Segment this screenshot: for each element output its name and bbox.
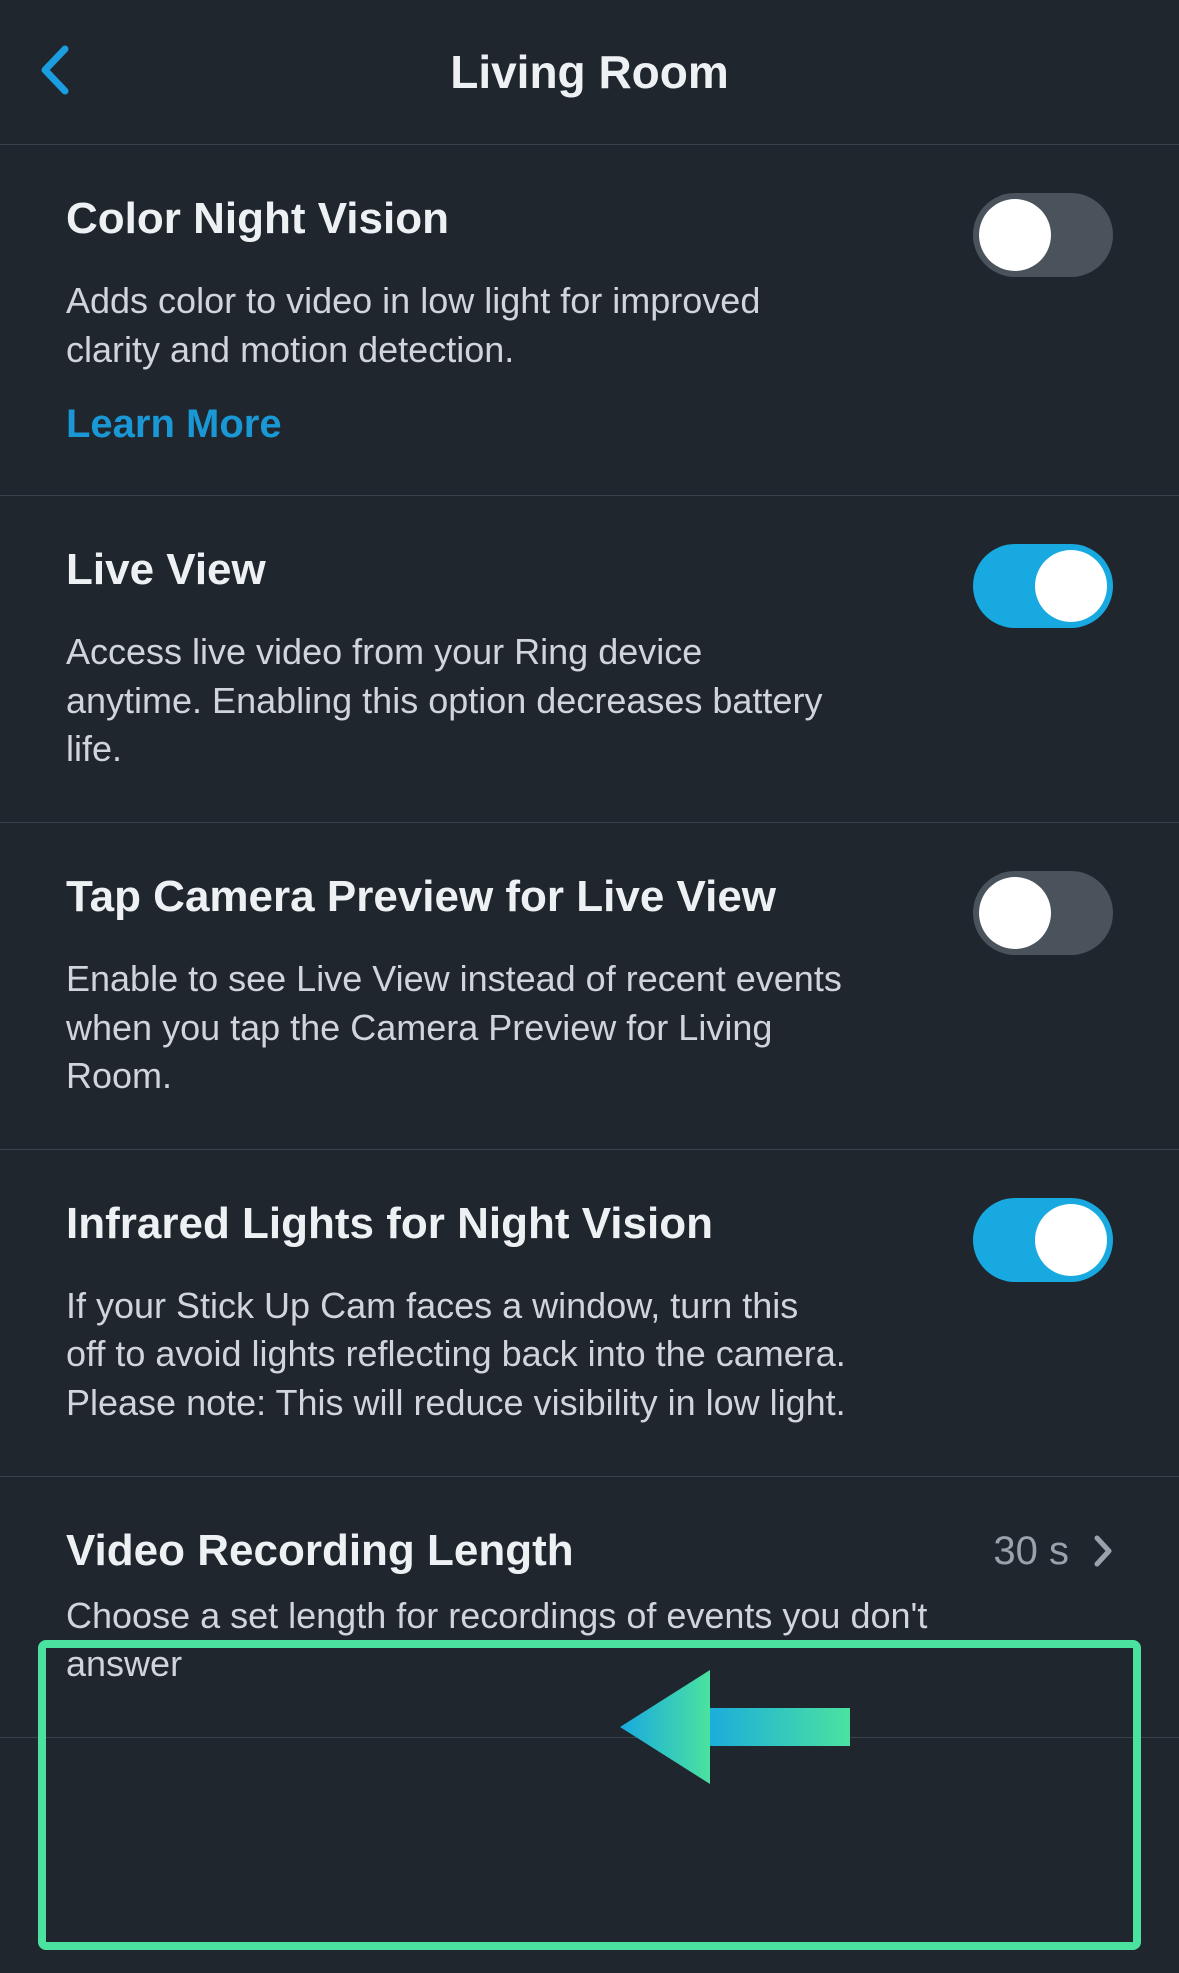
row-desc: If your Stick Up Cam faces a window, tur… [66, 1282, 846, 1428]
row-live-view: Live View Access live video from your Ri… [0, 496, 1179, 823]
page-title: Living Room [450, 45, 729, 99]
row-title: Tap Camera Preview for Live View [66, 869, 949, 924]
row-infrared: Infrared Lights for Night Vision If your… [0, 1150, 1179, 1477]
recording-length-value: 30 s [993, 1529, 1069, 1574]
row-recording-length[interactable]: Video Recording Length 30 s Choose a set… [0, 1477, 1179, 1738]
toggle-knob [1035, 550, 1107, 622]
toggle-live-view[interactable] [973, 544, 1113, 628]
row-title: Infrared Lights for Night Vision [66, 1196, 949, 1251]
chevron-right-icon [1093, 1534, 1113, 1568]
settings-list: Color Night Vision Adds color to video i… [0, 145, 1179, 1973]
toggle-infrared[interactable] [973, 1198, 1113, 1282]
toggle-knob [1035, 1204, 1107, 1276]
toggle-knob [979, 199, 1051, 271]
back-button[interactable] [24, 40, 84, 100]
learn-more-link[interactable]: Learn More [66, 402, 282, 447]
toggle-knob [979, 877, 1051, 949]
row-desc: Choose a set length for recordings of ev… [66, 1592, 966, 1689]
row-desc: Adds color to video in low light for imp… [66, 277, 846, 374]
row-desc: Enable to see Live View instead of recen… [66, 955, 846, 1101]
chevron-left-icon [39, 45, 69, 95]
row-title: Live View [66, 542, 949, 597]
toggle-tap-preview[interactable] [973, 871, 1113, 955]
header: Living Room [0, 0, 1179, 145]
row-tap-preview: Tap Camera Preview for Live View Enable … [0, 823, 1179, 1150]
row-title: Video Recording Length [66, 1523, 969, 1578]
row-value-wrap: 30 s [993, 1529, 1113, 1574]
row-title: Color Night Vision [66, 191, 949, 246]
row-desc: Access live video from your Ring device … [66, 628, 846, 774]
row-color-night-vision: Color Night Vision Adds color to video i… [0, 145, 1179, 496]
toggle-color-night-vision[interactable] [973, 193, 1113, 277]
